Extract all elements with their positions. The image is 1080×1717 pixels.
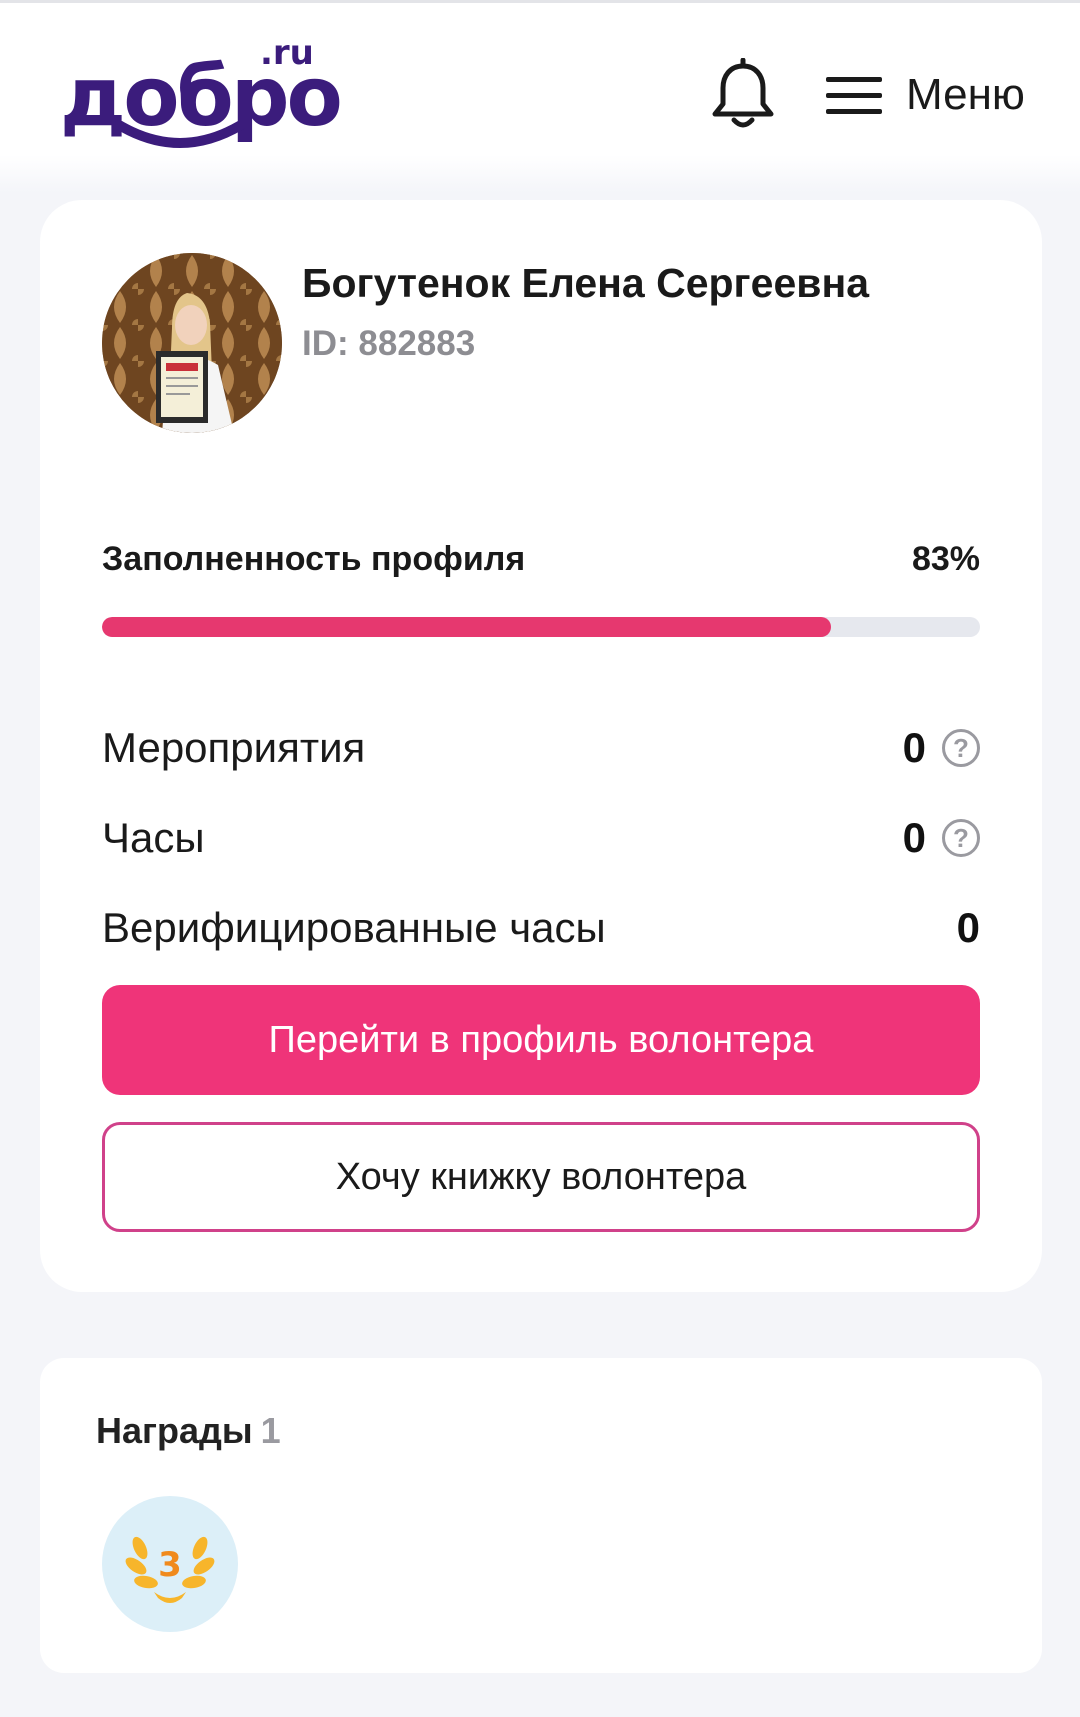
awards-count: 1 <box>260 1410 281 1451</box>
user-name: Богутенок Елена Сергеевна <box>302 260 870 306</box>
stat-verified-hours-value: 0 <box>956 904 980 951</box>
stat-verified-hours: Верифицированные часы 0 <box>102 898 980 958</box>
profile-card: Богутенок Елена Сергеевна ID: 882883 Зап… <box>40 200 1042 1292</box>
logo-smile-icon <box>115 121 245 148</box>
header: добро .ru Меню <box>0 3 1080 193</box>
user-id-label: ID: <box>302 324 349 363</box>
avatar[interactable] <box>102 253 282 433</box>
stat-events-value: 0 <box>902 724 926 771</box>
laurel-wreath-icon: 3 <box>125 1536 215 1603</box>
avatar-photo <box>102 253 282 433</box>
award-badge-number: 3 <box>158 1545 182 1585</box>
profile-completion-value: 83% <box>911 540 980 578</box>
awards-heading[interactable]: Награды 1 <box>96 1410 281 1452</box>
stat-hours-label: Часы <box>102 814 205 861</box>
logo-suffix: .ru <box>260 33 314 73</box>
notifications-bell-icon[interactable] <box>710 57 776 132</box>
menu-button[interactable]: Меню <box>826 63 1025 127</box>
awards-card: Награды 1 3 <box>40 1358 1042 1673</box>
menu-label: Меню <box>906 70 1025 119</box>
stat-verified-hours-label: Верифицированные часы <box>102 904 606 951</box>
profile-completion-bar <box>102 617 980 637</box>
user-id: ID: 882883 <box>302 324 475 364</box>
stat-hours: Часы 0 ? <box>102 808 980 868</box>
request-volunteer-book-button[interactable]: Хочу книжку волонтера <box>102 1122 980 1232</box>
stat-events-label: Мероприятия <box>102 724 366 771</box>
profile-completion-label: Заполненность профиля <box>102 540 526 578</box>
stat-hours-value: 0 <box>902 814 926 861</box>
stat-events: Мероприятия 0 ? <box>102 718 980 778</box>
dobro-logo[interactable]: добро .ru <box>60 33 343 153</box>
hamburger-icon <box>826 75 882 115</box>
help-icon[interactable]: ? <box>942 729 980 767</box>
profile-completion-fill <box>102 617 831 637</box>
go-to-volunteer-profile-button[interactable]: Перейти в профиль волонтера <box>102 985 980 1095</box>
award-badge[interactable]: 3 <box>102 1496 238 1632</box>
awards-title: Награды <box>96 1410 253 1451</box>
user-id-value: 882883 <box>358 324 476 363</box>
help-icon[interactable]: ? <box>942 819 980 857</box>
